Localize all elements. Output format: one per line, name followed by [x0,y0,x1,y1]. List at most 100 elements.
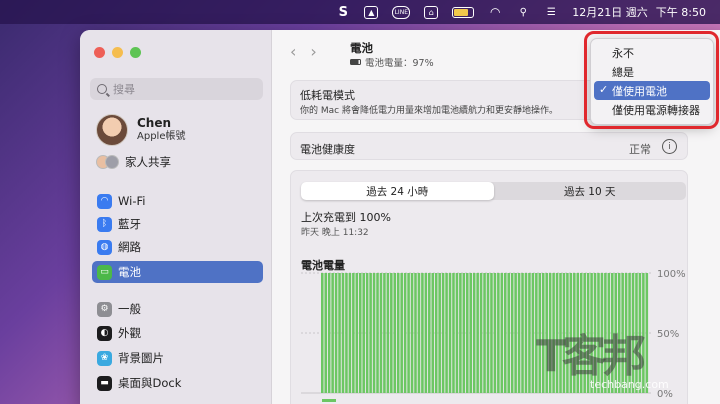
chart-bar [372,273,376,393]
chart-bar [472,273,476,393]
chart-bar [514,273,517,393]
chart-bar [410,273,414,393]
chart-bar [424,273,428,393]
menu-bar: S ▲ LINE ⌂ ◠ ⚲ ☰ 12月21日 週六 下午 8:50 [0,0,720,24]
chart-bar [400,273,403,393]
chart-bar [414,273,417,393]
forward-icon[interactable]: › [310,42,330,61]
low-power-desc: 你的 Mac 將會降低電力用量來增加電池續航力和更安靜地操作。 [300,106,558,116]
line-icon[interactable]: LINE [392,5,411,19]
battery-icon: ▭ [97,264,112,280]
chart-bar [486,273,490,393]
chart-bar [396,273,400,393]
menubar-date[interactable]: 12月21日 週六 [572,4,648,20]
chart-bar [476,273,479,393]
chart-bar [490,273,493,393]
chart-bar [510,273,514,393]
appearance-icon: ◐ [97,325,112,341]
charging-marker [322,399,336,402]
wallpaper-icon: ❀ [97,350,112,366]
tab-last-10-days[interactable]: 過去 10 天 [494,182,687,200]
sidebar-item-label: 桌面與Dock [118,376,182,390]
sidebar-item-wallpaper[interactable]: ❀ 背景圖片 [92,347,263,369]
info-icon[interactable]: i [662,139,677,154]
chart-bar [438,273,441,393]
sidebar-item-label: 背景圖片 [118,351,164,365]
sidebar-item-battery[interactable]: ▭ 電池 [92,261,263,283]
family-avatar-icon [105,155,119,169]
sidebar-item-label: 外觀 [118,326,141,340]
zoom-button[interactable] [130,47,141,58]
checkmark-icon: ✓ [599,83,609,96]
chart-bar [379,273,383,393]
chart-bar [459,273,462,393]
sidebar-item-wifi[interactable]: ◠ Wi-Fi [92,190,263,212]
menu-item-label: 僅使用電源轉接器 [612,103,700,117]
chart-bar [376,273,379,393]
chart-bar [369,273,372,393]
bluetooth-icon: ᛒ [97,216,112,232]
sidebar-item-general[interactable]: ⚙ 一般 [92,298,263,320]
chart-bar [462,273,466,393]
sidebar-item-desktop-dock[interactable]: ▬ 桌面與Dock [92,372,263,394]
sidebar-item-label: Wi-Fi [118,194,146,208]
wifi-icon[interactable]: ◠ [488,5,502,19]
menu-item-label: 僅使用電池 [612,84,667,98]
watermark-logo: T客邦 [536,331,646,382]
chart-bar [452,273,455,393]
search-input[interactable]: 搜尋 [90,78,263,100]
page-subtitle: 電池電量：97% [350,55,434,69]
chart-bar [327,273,331,393]
chart-bar [466,273,469,393]
chart-bar [521,273,524,393]
menu-item-adapter-only[interactable]: 僅使用電源轉接器 [594,100,710,119]
menu-item-never[interactable]: 永不 [594,43,710,62]
family-sharing[interactable]: 家人共享 [96,154,171,170]
bank-icon[interactable]: ⌂ [424,5,439,19]
chart-bar [483,273,486,393]
apple-account[interactable]: Chen Apple帳號 [96,114,185,146]
chart-bar [517,273,521,393]
sidebar-item-label: 一般 [118,302,141,316]
chart-bar [338,273,341,393]
tab-last-24-hours[interactable]: 過去 24 小時 [301,182,494,200]
chart-bar [448,273,452,393]
user-name: Chen [137,116,172,130]
sidebar-item-network[interactable]: ◍ 網路 [92,236,263,258]
chart-bar [524,273,528,393]
sidebar: 搜尋 Chen Apple帳號 家人共享 ◠ Wi-Fi ᛒ 藍牙 ◍ 網路 ▭… [80,30,272,404]
chart-bar [407,273,410,393]
sidebar-item-appearance[interactable]: ◐ 外觀 [92,322,263,344]
menu-item-always[interactable]: 總是 [594,62,710,81]
chart-bar [324,273,328,393]
search-icon [97,84,107,94]
close-button[interactable] [94,47,105,58]
chart-bar [479,273,483,393]
chart-bar [500,273,504,393]
search-icon[interactable]: ⚲ [516,5,530,19]
watermark: T客邦 techbang.com [536,320,706,400]
upload-icon[interactable]: ▲ [364,5,379,19]
page-title: 電池 [350,41,373,55]
sidebar-item-label: 電池 [118,265,141,279]
back-icon[interactable]: ‹ [290,42,310,61]
battery-icon[interactable] [452,6,475,18]
minimize-button[interactable] [112,47,123,58]
menubar-time[interactable]: 下午 8:50 [656,4,706,20]
chart-bar [403,273,407,393]
family-label: 家人共享 [125,155,171,169]
chart-bar [355,273,359,393]
sidebar-item-bluetooth[interactable]: ᛒ 藍牙 [92,213,263,235]
dock-icon: ▬ [97,375,112,391]
chart-bar [421,273,424,393]
chart-bar [334,273,338,393]
s-app-icon[interactable]: S [336,5,350,20]
menu-item-battery-only[interactable]: ✓ 僅使用電池 [594,81,710,100]
chart-bar [417,273,421,393]
chart-bar [441,273,445,393]
control-center-icon[interactable]: ☰ [544,5,558,19]
nav-arrows: ‹› [290,42,331,61]
y-tick-label: 100% [657,269,686,280]
user-sub: Apple帳號 [137,131,186,142]
chart-bar [531,273,535,393]
